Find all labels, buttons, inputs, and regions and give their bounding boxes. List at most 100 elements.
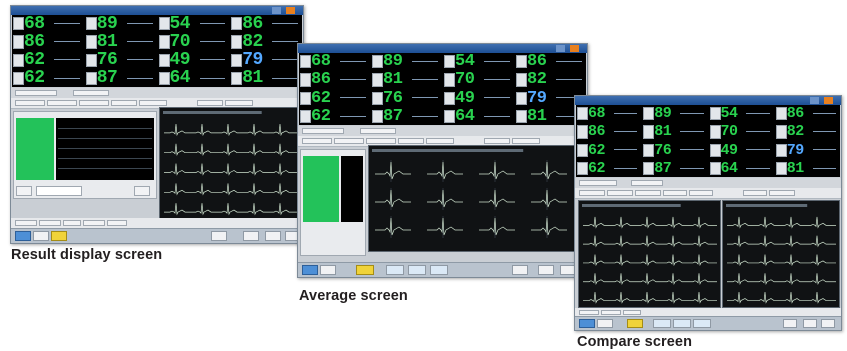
vital-cell[interactable]: 54 [708, 105, 774, 123]
vital-cell[interactable]: 62 [576, 141, 642, 159]
vital-cell-button[interactable] [231, 71, 243, 85]
status-button[interactable] [512, 265, 528, 275]
status-button[interactable] [302, 265, 318, 275]
vital-cell-button[interactable] [300, 109, 311, 123]
option-button[interactable] [225, 100, 253, 106]
vital-cell-button[interactable] [300, 91, 311, 105]
option-button[interactable] [607, 190, 633, 196]
vital-cell[interactable]: 70 [157, 32, 230, 52]
vital-cell-button[interactable] [516, 55, 527, 69]
vital-cell-button[interactable] [775, 143, 787, 157]
vital-cell-button[interactable] [231, 17, 243, 31]
vital-cell[interactable]: 64 [157, 68, 230, 88]
vital-cell-button[interactable] [444, 109, 455, 123]
status-button[interactable] [51, 231, 67, 241]
status-button[interactable] [597, 319, 613, 328]
vital-cell-button[interactable] [643, 143, 655, 157]
vital-cell[interactable]: 49 [157, 50, 230, 70]
vital-cell[interactable]: 86 [576, 123, 642, 141]
status-button[interactable] [211, 231, 227, 241]
vital-cell[interactable]: 68 [576, 105, 642, 123]
vital-cell[interactable]: 62 [12, 50, 84, 70]
vital-cell[interactable]: 79 [230, 50, 302, 70]
vital-cell[interactable]: 76 [371, 89, 442, 108]
vital-cell-button[interactable] [13, 17, 24, 31]
status-button[interactable] [265, 231, 281, 241]
close-icon[interactable] [824, 97, 833, 104]
vital-cell[interactable]: 86 [774, 105, 840, 123]
vital-cell-button[interactable] [372, 91, 383, 105]
option-button[interactable] [398, 138, 424, 144]
vital-cell-button[interactable] [709, 107, 721, 121]
vital-cell[interactable]: 64 [443, 107, 514, 126]
tab-button[interactable] [15, 220, 37, 226]
vital-cell[interactable]: 62 [299, 107, 370, 126]
vital-cell-button[interactable] [577, 143, 588, 157]
vital-cell-button[interactable] [13, 71, 24, 85]
vital-cell-button[interactable] [85, 35, 97, 49]
status-button[interactable] [33, 231, 49, 241]
vital-cell-button[interactable] [444, 55, 455, 69]
vital-cell-button[interactable] [643, 125, 655, 139]
status-button[interactable] [538, 265, 554, 275]
option-button[interactable] [197, 100, 223, 106]
status-button[interactable] [579, 319, 595, 328]
vital-cell-button[interactable] [444, 73, 455, 87]
option-button[interactable] [111, 100, 137, 106]
vital-cell[interactable]: 79 [774, 141, 840, 159]
tab-button[interactable] [579, 310, 599, 315]
option-button[interactable] [579, 190, 605, 196]
tab-button[interactable] [107, 220, 127, 226]
vital-cell[interactable]: 89 [371, 52, 442, 71]
vital-cell[interactable]: 81 [774, 159, 840, 177]
vital-cell-button[interactable] [158, 53, 170, 67]
toolbar-tab[interactable] [302, 128, 344, 134]
minimize-icon[interactable] [272, 7, 281, 14]
status-button[interactable] [243, 231, 259, 241]
vital-cell-button[interactable] [516, 109, 527, 123]
vital-cell-button[interactable] [643, 107, 655, 121]
option-button[interactable] [139, 100, 167, 106]
vital-cell[interactable]: 76 [642, 141, 708, 159]
option-button[interactable] [15, 100, 45, 106]
option-button[interactable] [302, 138, 332, 144]
scroll-left-button[interactable] [16, 186, 32, 196]
vital-cell[interactable]: 87 [84, 68, 157, 88]
vital-cell-button[interactable] [158, 35, 170, 49]
status-button[interactable] [408, 265, 426, 275]
scroll-bar[interactable] [36, 186, 82, 196]
vital-cell-button[interactable] [577, 107, 588, 121]
vital-cell[interactable]: 82 [515, 70, 586, 89]
vital-cell-button[interactable] [85, 53, 97, 67]
vital-cell[interactable]: 54 [157, 14, 230, 34]
tab-button[interactable] [623, 310, 641, 315]
option-button[interactable] [334, 138, 364, 144]
status-button[interactable] [653, 319, 671, 328]
vital-cell-button[interactable] [516, 73, 527, 87]
vital-cell[interactable]: 81 [84, 32, 157, 52]
vital-cell[interactable]: 68 [12, 14, 84, 34]
vital-cell[interactable]: 81 [371, 70, 442, 89]
vital-cell-button[interactable] [372, 73, 383, 87]
option-button[interactable] [484, 138, 510, 144]
tab-button[interactable] [601, 310, 621, 315]
vital-cell[interactable]: 49 [708, 141, 774, 159]
vital-cell-button[interactable] [13, 35, 24, 49]
option-button[interactable] [663, 190, 687, 196]
option-button[interactable] [635, 190, 661, 196]
scroll-right-button[interactable] [134, 186, 150, 196]
vital-cell-button[interactable] [775, 125, 787, 139]
vital-cell[interactable]: 62 [12, 68, 84, 88]
vital-cell-button[interactable] [372, 109, 383, 123]
vital-cell-button[interactable] [158, 17, 170, 31]
vital-cell-button[interactable] [231, 35, 243, 49]
status-button[interactable] [783, 319, 797, 328]
toolbar-tab[interactable] [579, 180, 617, 186]
status-button[interactable] [430, 265, 448, 275]
vital-cell-button[interactable] [300, 73, 311, 87]
toolbar-tab[interactable] [73, 90, 109, 96]
status-button[interactable] [693, 319, 711, 328]
vital-cell[interactable]: 70 [708, 123, 774, 141]
vital-cell[interactable]: 87 [642, 159, 708, 177]
status-button[interactable] [320, 265, 336, 275]
